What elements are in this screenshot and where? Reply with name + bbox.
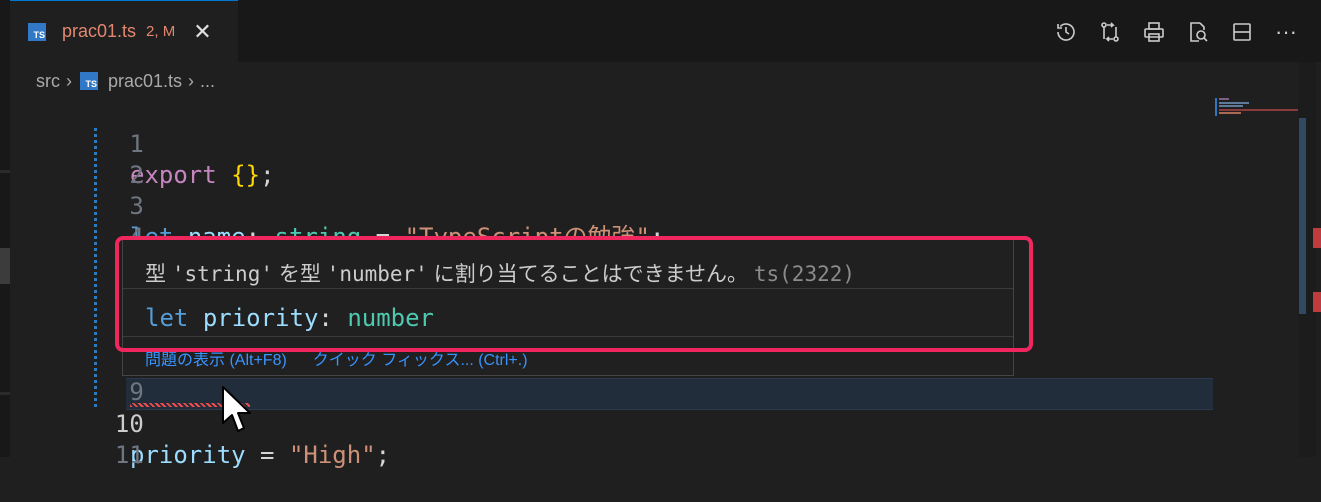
view-problem-link[interactable]: 問題の表示 (Alt+F8) — [145, 352, 287, 369]
operator: = — [245, 441, 289, 469]
scrollbar-thumb[interactable] — [1299, 118, 1306, 314]
brace: {} — [231, 161, 261, 189]
error-marker[interactable] — [1313, 228, 1321, 248]
typescript-file-icon: TS — [80, 72, 98, 90]
chevron-right-icon: › — [188, 70, 195, 91]
code-line: 4 let priority: number = 3; — [0, 191, 491, 282]
error-marker[interactable] — [1313, 292, 1321, 312]
typescript-file-icon: TS — [28, 22, 46, 41]
punctuation: ; — [260, 161, 275, 189]
code-line: 7 — [0, 284, 143, 344]
code-line-active: 10 priority = "High"; — [0, 378, 390, 469]
line-number: 2 — [129, 161, 144, 189]
split-editor-icon[interactable] — [1227, 17, 1257, 47]
line-number: 11 — [114, 441, 144, 469]
print-icon[interactable] — [1139, 17, 1169, 47]
search-preview-icon[interactable] — [1183, 17, 1213, 47]
minimap[interactable] — [1213, 96, 1303, 216]
breadcrumb-symbol[interactable]: ... — [200, 71, 215, 92]
tab-filename: prac01.ts — [62, 21, 137, 41]
quick-fix-link[interactable]: クイック フィックス... (Ctrl+.) — [313, 352, 528, 369]
more-actions-icon[interactable]: ··· — [1271, 17, 1301, 47]
breadcrumb-folder[interactable]: src — [36, 71, 60, 92]
chevron-right-icon: › — [66, 70, 72, 91]
code-line: 5 — [0, 222, 143, 282]
breadcrumb-file[interactable]: prac01.ts — [108, 71, 182, 92]
code-line: 8 — [0, 315, 143, 375]
tab-status-badge: 2, M — [146, 23, 176, 40]
editor-tab-prac01[interactable]: TS prac01.ts 2, M ✕ — [10, 0, 238, 62]
line-number: 10 — [114, 410, 144, 438]
code-line: 3 let name: string = "TypeScriptの勉強"; — [0, 160, 664, 251]
timeline-history-icon[interactable] — [1051, 17, 1081, 47]
line-number: 1 — [129, 130, 144, 158]
close-icon[interactable]: ✕ — [193, 20, 211, 43]
compare-changes-icon[interactable] — [1095, 17, 1125, 47]
code-line: 9 — [0, 346, 143, 406]
punctuation: ; — [375, 441, 391, 469]
code-line: 1 export {}; — [0, 98, 274, 189]
code-line: 2 — [0, 129, 143, 189]
identifier: priority — [130, 441, 246, 469]
mouse-pointer-icon — [222, 386, 251, 432]
current-line-highlight — [126, 378, 1213, 410]
code-line: 6 — [0, 253, 143, 313]
string-literal: "High" — [288, 441, 376, 469]
annotation-highlight-box — [115, 236, 1033, 352]
line-number: 3 — [129, 192, 144, 220]
code-line: 11 — [0, 409, 144, 469]
editor-actions: ··· — [1051, 17, 1301, 47]
breadcrumb: src › TS prac01.ts › ... — [36, 68, 215, 94]
